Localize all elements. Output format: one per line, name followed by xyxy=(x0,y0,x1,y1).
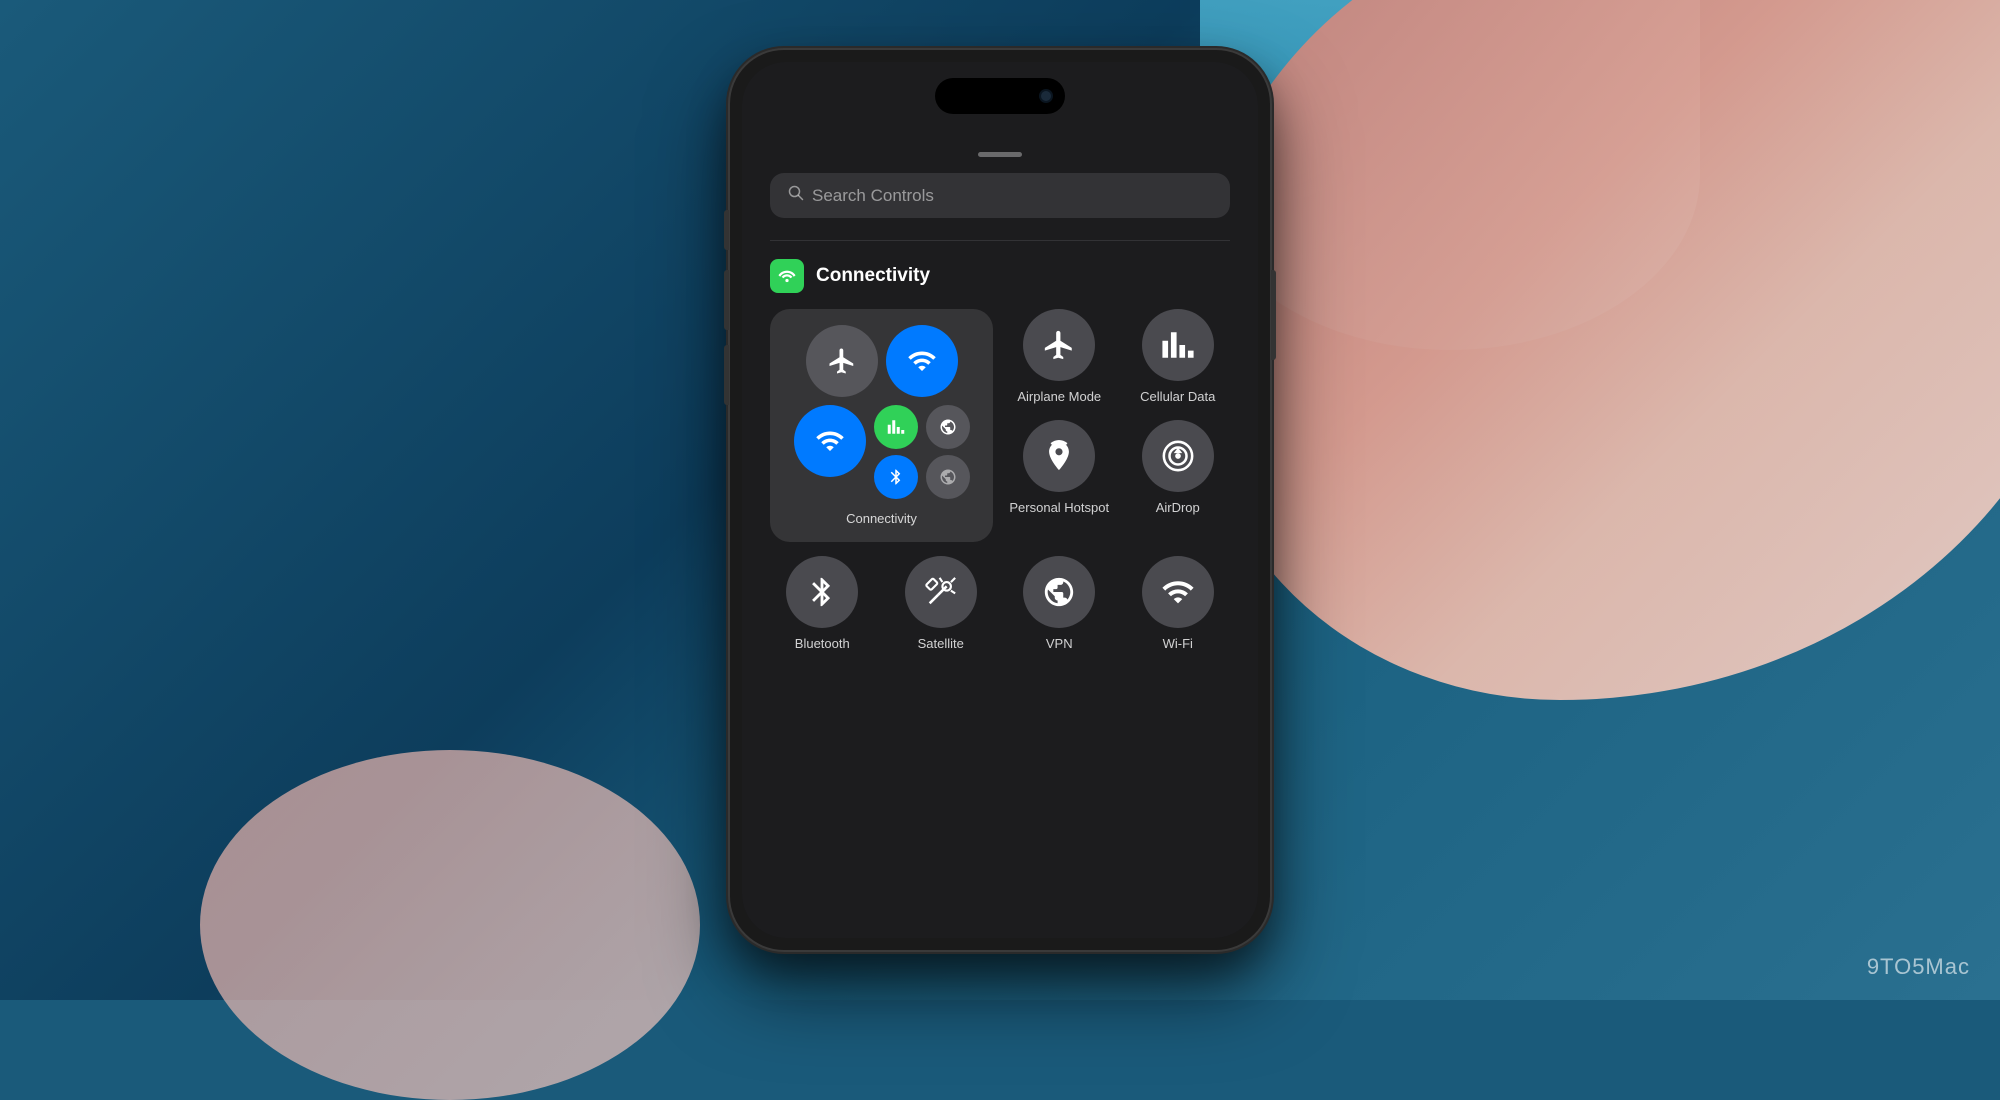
airdrop-label: AirDrop xyxy=(1156,500,1200,517)
vpn-widget-button[interactable] xyxy=(926,405,970,449)
vpn-label: VPN xyxy=(1046,636,1073,653)
satellite-label: Satellite xyxy=(918,636,964,653)
right-col: Airplane Mode Cellular Data xyxy=(1007,309,1230,517)
bluetooth-widget-button[interactable] xyxy=(874,455,918,499)
airplane-mode-control[interactable]: Airplane Mode xyxy=(1007,309,1112,406)
connectivity-title: Connectivity xyxy=(816,265,930,287)
connectivity-section-icon xyxy=(770,259,804,293)
personal-hotspot-label: Personal Hotspot xyxy=(1009,500,1109,517)
airplane-mode-label: Airplane Mode xyxy=(1017,389,1101,406)
bluetooth-control[interactable]: Bluetooth xyxy=(770,556,875,653)
satellite-circle xyxy=(905,556,977,628)
cellular-data-circle xyxy=(1142,309,1214,381)
volume-down-button[interactable] xyxy=(724,345,729,405)
vpn-circle xyxy=(1023,556,1095,628)
satellite-control[interactable]: Satellite xyxy=(889,556,994,653)
search-icon xyxy=(788,185,804,206)
camera-dot xyxy=(1041,91,1051,101)
cellular-widget-button[interactable] xyxy=(874,405,918,449)
divider xyxy=(770,240,1230,241)
small-buttons-col2 xyxy=(926,405,970,499)
wifi-control[interactable]: Wi-Fi xyxy=(1126,556,1231,653)
conn-top-row xyxy=(786,325,977,397)
personal-hotspot-circle xyxy=(1023,420,1095,492)
bg-shape-pink xyxy=(1200,0,2000,700)
airplane-mode-circle xyxy=(1023,309,1095,381)
cellular-data-label: Cellular Data xyxy=(1140,389,1215,406)
bluetooth-label: Bluetooth xyxy=(795,636,850,653)
airdrop-control[interactable]: AirDrop xyxy=(1126,420,1231,517)
vpn-control[interactable]: VPN xyxy=(1007,556,1112,653)
personal-hotspot-control[interactable]: Personal Hotspot xyxy=(1007,420,1112,517)
cellular-data-control[interactable]: Cellular Data xyxy=(1126,309,1231,406)
watermark: 9TO5Mac xyxy=(1867,954,1970,980)
phone-screen: Search Controls Connectivity xyxy=(742,62,1258,938)
controls-grid: Connectivity Airplane Mode xyxy=(770,309,1230,542)
phone: Search Controls Connectivity xyxy=(730,50,1270,950)
search-placeholder: Search Controls xyxy=(812,186,934,206)
connectivity-buttons xyxy=(786,325,977,499)
airdrop-circle xyxy=(1142,420,1214,492)
drag-handle[interactable] xyxy=(978,152,1022,157)
dynamic-island xyxy=(935,78,1065,114)
conn-bottom-row xyxy=(786,405,977,499)
mute-switch xyxy=(724,210,729,250)
volume-up-button[interactable] xyxy=(724,270,729,330)
airplane-mode-widget-button[interactable] xyxy=(806,325,878,397)
bluetooth-circle xyxy=(786,556,858,628)
globe-widget-button[interactable] xyxy=(926,455,970,499)
power-button[interactable] xyxy=(1271,270,1276,360)
wifi-circle xyxy=(1142,556,1214,628)
search-bar[interactable]: Search Controls xyxy=(770,173,1230,218)
wifi-label: Wi-Fi xyxy=(1163,636,1193,653)
bottom-row-controls: Bluetooth xyxy=(770,556,1230,653)
connectivity-section-header: Connectivity xyxy=(770,259,1230,293)
wifi-widget-button[interactable] xyxy=(794,405,866,477)
control-center-panel: Search Controls Connectivity xyxy=(742,132,1258,938)
connectivity-widget-label: Connectivity xyxy=(846,511,917,526)
phone-wrapper: Search Controls Connectivity xyxy=(730,50,1270,950)
bg-shape-pink-bottom xyxy=(200,750,700,1100)
connectivity-widget[interactable]: Connectivity xyxy=(770,309,993,542)
small-buttons-col xyxy=(874,405,918,499)
wifi-calling-widget-button[interactable] xyxy=(886,325,958,397)
